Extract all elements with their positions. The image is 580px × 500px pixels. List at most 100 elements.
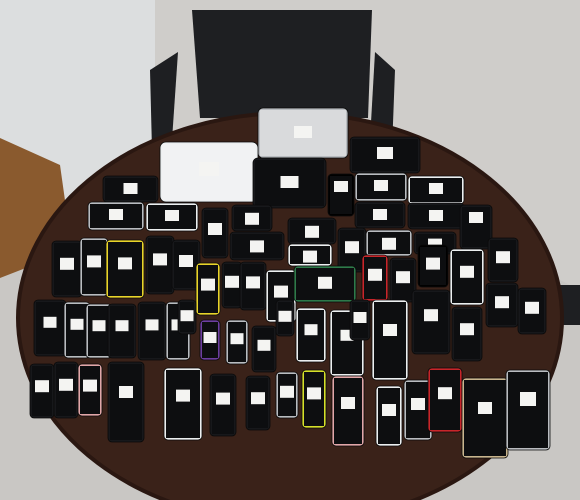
evidence-label [460,323,474,336]
phone-row6-1 [29,363,55,419]
phone-row6-4 [107,361,145,443]
smartphone-2 [87,201,145,231]
evidence-label [216,392,230,405]
phone-row5-1 [33,299,67,357]
evidence-label [274,285,288,298]
phone-row5-13 [275,299,295,337]
evidence-label [520,392,536,406]
phone-row5-10 [295,307,327,363]
smartphone-6 [407,175,465,205]
evidence-label [495,296,509,309]
phone-row6-10 [331,375,365,447]
phone-row4-14 [371,299,409,381]
phone-row3-10 [287,243,333,267]
tablet-white [159,141,259,203]
phone-row4-6 [361,254,389,302]
evidence-label [118,257,132,270]
photo-scene [0,0,580,500]
evidence-label [153,253,167,266]
evidence-label [251,392,265,405]
phone-row4-5 [293,265,357,303]
evidence-label [377,147,393,159]
evidence-label [225,275,239,288]
smartphone-3 [145,202,199,232]
evidence-label [145,319,159,331]
evidence-label [109,209,123,220]
evidence-label [368,268,382,281]
phone-row3-2 [79,237,109,297]
phone-row4-3 [239,261,267,311]
evidence-label [294,126,312,138]
phone-row3-9 [287,217,337,245]
evidence-label [230,333,244,345]
evidence-label [176,389,190,402]
evidence-label [250,240,264,253]
phone-row5-9 [251,325,277,373]
evidence-label [496,251,510,264]
evidence-label [179,255,193,267]
evidence-label [478,402,492,414]
evidence-label [87,255,101,268]
evidence-label [305,225,319,238]
evidence-label [382,237,396,250]
phone-row3-12 [365,229,413,257]
tablet-dark [252,157,327,209]
phone-row3-7 [231,204,273,232]
phone-row4-9 [449,248,485,306]
evidence-label [411,398,425,410]
evidence-label [460,265,474,278]
phone-row5-14 [177,299,197,335]
phone-row5-7 [199,319,221,361]
tablet [257,107,349,159]
evidence-label [426,257,440,270]
evidence-label [396,271,410,284]
evidence-label [429,210,443,221]
evidence-label [334,181,348,192]
phone-row6-5 [163,367,203,441]
evidence-label [345,241,359,254]
evidence-label [438,387,452,400]
phone-row4-13 [451,306,483,362]
tablet-small [349,136,421,174]
evidence-label [318,276,332,289]
evidence-label [119,386,133,398]
phone-row6-6 [209,373,237,437]
evidence-label [70,318,84,330]
evidence-label [429,183,443,194]
phone-row5-8 [225,319,249,365]
evidence-label [303,250,317,263]
phone-row6-14 [461,377,509,459]
evidence-label [469,212,483,223]
evidence-label [245,212,259,225]
smartphone-1 [102,175,159,203]
evidence-label [383,324,397,336]
phone-row5-12 [349,299,371,341]
smartphone-9 [459,204,493,250]
phone-row6-2 [53,361,79,419]
phone-row6-15 [505,369,551,451]
smartphone-5 [354,172,408,202]
smartphone-8 [407,202,465,230]
phone-row3-14 [487,237,519,283]
evidence-label [43,316,57,328]
evidence-label [341,397,355,409]
evidence-label [123,183,138,194]
evidence-label [59,378,73,391]
phone-row3-1 [51,240,83,298]
evidence-label [280,176,299,188]
phone-row4-1 [195,262,221,316]
evidence-label [525,301,539,314]
phone-row6-7 [245,375,271,431]
phone-row5-4 [107,303,137,359]
evidence-label [373,209,387,220]
evidence-label [278,310,292,322]
evidence-label [307,387,321,400]
smartphone-4 [327,173,355,217]
phone-row4-11 [517,287,547,335]
phone-row3-8 [229,231,285,261]
phone-row5-5 [137,301,167,361]
evidence-label [203,332,217,343]
phone-row4-12 [411,289,451,355]
phone-row6-8 [275,371,299,419]
evidence-label [280,385,294,398]
